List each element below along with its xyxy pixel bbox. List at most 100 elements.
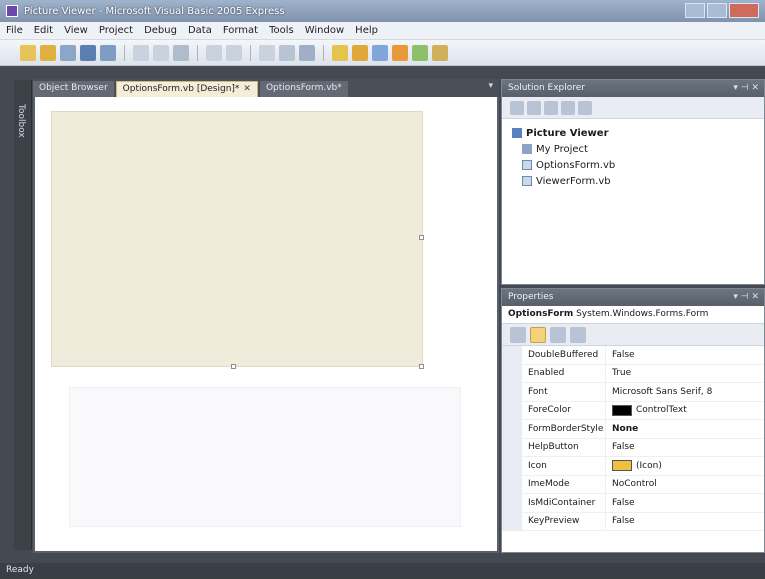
toolbar-separator: [197, 44, 198, 61]
property-value[interactable]: False: [606, 516, 764, 526]
comment-icon[interactable]: [299, 44, 315, 61]
paste-icon[interactable]: [173, 44, 189, 61]
document-area: Object Browser OptionsForm.vb [Design]* ✕…: [33, 79, 499, 553]
property-grid: DoubleBuffered False Enabled True Font M…: [502, 346, 764, 531]
close-button[interactable]: [729, 3, 759, 18]
grid-gutter: [502, 346, 522, 531]
menu-file[interactable]: File: [6, 25, 23, 36]
resize-handle-bottom[interactable]: [231, 364, 236, 369]
tab-options-form-code[interactable]: OptionsForm.vb*: [259, 81, 348, 97]
standard-toolbar: [0, 40, 765, 66]
color-swatch-icon: [612, 404, 632, 416]
properties-window-icon[interactable]: [352, 44, 368, 61]
property-row[interactable]: Enabled True: [502, 364, 764, 383]
property-value[interactable]: NoControl: [606, 479, 764, 489]
resize-handle-right[interactable]: [419, 235, 424, 240]
tab-list-dropdown-icon[interactable]: ▾: [488, 81, 493, 91]
start-page-icon[interactable]: [412, 44, 428, 61]
properties-header: Properties ▾ ⊣ ✕: [502, 289, 764, 306]
tree-item-label: My Project: [536, 143, 588, 155]
property-row[interactable]: FormBorderStyle None: [502, 420, 764, 439]
property-value[interactable]: Microsoft Sans Serif, 8: [606, 387, 764, 397]
solution-explorer-icon[interactable]: [332, 44, 348, 61]
menu-debug[interactable]: Debug: [144, 25, 177, 36]
maximize-button[interactable]: [707, 3, 727, 18]
object-selector[interactable]: OptionsForm System.Windows.Forms.Form: [502, 306, 764, 324]
tree-root[interactable]: Picture Viewer: [512, 125, 754, 141]
add-item-icon[interactable]: [60, 44, 76, 61]
cut-icon[interactable]: [133, 44, 149, 61]
property-row[interactable]: Icon (Icon): [502, 457, 764, 476]
solution-explorer-panel: Solution Explorer ▾ ⊣ ✕ Picture Viewer M…: [501, 79, 765, 285]
property-row[interactable]: DoubleBuffered False: [502, 346, 764, 365]
tree-item[interactable]: ViewerForm.vb: [512, 173, 754, 189]
toolbar-separator: [323, 44, 324, 61]
property-value[interactable]: (Icon): [606, 460, 764, 472]
new-project-icon[interactable]: [20, 44, 36, 61]
panel-pin-close-icons[interactable]: ▾ ⊣ ✕: [733, 83, 759, 93]
close-tab-icon[interactable]: ✕: [243, 84, 251, 94]
property-value[interactable]: False: [606, 350, 764, 360]
property-row[interactable]: IsMdiContainer False: [502, 494, 764, 513]
menu-help[interactable]: Help: [355, 25, 378, 36]
menu-data[interactable]: Data: [188, 25, 212, 36]
toolbox-side-tab[interactable]: Toolbox: [14, 80, 32, 550]
menu-project[interactable]: Project: [99, 25, 133, 36]
form-designer-surface[interactable]: [35, 97, 497, 551]
menu-tools[interactable]: Tools: [269, 25, 294, 36]
events-icon[interactable]: [570, 326, 586, 343]
property-value[interactable]: False: [606, 498, 764, 508]
alphabetical-icon[interactable]: [530, 326, 546, 343]
minimize-button[interactable]: [685, 3, 705, 18]
my-project-icon: [522, 144, 532, 154]
property-value[interactable]: True: [606, 368, 764, 378]
tree-item-label: OptionsForm.vb: [536, 159, 616, 171]
menu-view[interactable]: View: [64, 25, 88, 36]
object-browser-icon[interactable]: [372, 44, 388, 61]
start-debug-icon[interactable]: [259, 44, 275, 61]
tab-options-form-design[interactable]: OptionsForm.vb [Design]* ✕: [115, 81, 258, 97]
menu-edit[interactable]: Edit: [34, 25, 53, 36]
object-type: System.Windows.Forms.Form: [576, 309, 709, 319]
property-value[interactable]: ControlText: [606, 404, 764, 416]
property-value-text: (Icon): [636, 460, 662, 471]
panel-pin-close-icons[interactable]: ▾ ⊣ ✕: [733, 292, 759, 302]
categorized-icon[interactable]: [510, 326, 526, 343]
view-designer-icon[interactable]: [578, 100, 592, 115]
refresh-icon[interactable]: [544, 100, 558, 115]
menu-format[interactable]: Format: [223, 25, 258, 36]
property-row[interactable]: KeyPreview False: [502, 512, 764, 531]
options-form-canvas[interactable]: [51, 111, 423, 367]
properties-icon[interactable]: [510, 100, 524, 115]
document-tabs: Object Browser OptionsForm.vb [Design]* ✕…: [33, 79, 499, 97]
show-all-files-icon[interactable]: [527, 100, 541, 115]
property-row[interactable]: Font Microsoft Sans Serif, 8: [502, 383, 764, 402]
property-value[interactable]: False: [606, 442, 764, 452]
copy-icon[interactable]: [153, 44, 169, 61]
tree-item-label: ViewerForm.vb: [536, 175, 611, 187]
tree-item[interactable]: OptionsForm.vb: [512, 157, 754, 173]
property-value[interactable]: None: [606, 424, 764, 434]
undo-icon[interactable]: [206, 44, 222, 61]
solution-explorer-toolbar: [502, 97, 764, 119]
solution-explorer-header: Solution Explorer ▾ ⊣ ✕: [502, 80, 764, 97]
find-icon[interactable]: [279, 44, 295, 61]
title-bar: Picture Viewer - Microsoft Visual Basic …: [0, 0, 765, 22]
redo-icon[interactable]: [226, 44, 242, 61]
object-name: OptionsForm: [508, 309, 574, 319]
tab-object-browser[interactable]: Object Browser: [33, 81, 114, 97]
save-all-icon[interactable]: [100, 44, 116, 61]
extra-tools-icon[interactable]: [432, 44, 448, 61]
properties-view-icon[interactable]: [550, 326, 566, 343]
resize-handle-corner[interactable]: [419, 364, 424, 369]
property-row[interactable]: HelpButton False: [502, 438, 764, 457]
property-row[interactable]: ImeMode NoControl: [502, 475, 764, 494]
tree-item[interactable]: My Project: [512, 141, 754, 157]
toolbox-icon[interactable]: [392, 44, 408, 61]
view-code-icon[interactable]: [561, 100, 575, 115]
component-tray: [69, 387, 461, 527]
open-folder-icon[interactable]: [40, 44, 56, 61]
property-row[interactable]: ForeColor ControlText: [502, 401, 764, 420]
menu-window[interactable]: Window: [305, 25, 344, 36]
save-icon[interactable]: [80, 44, 96, 61]
